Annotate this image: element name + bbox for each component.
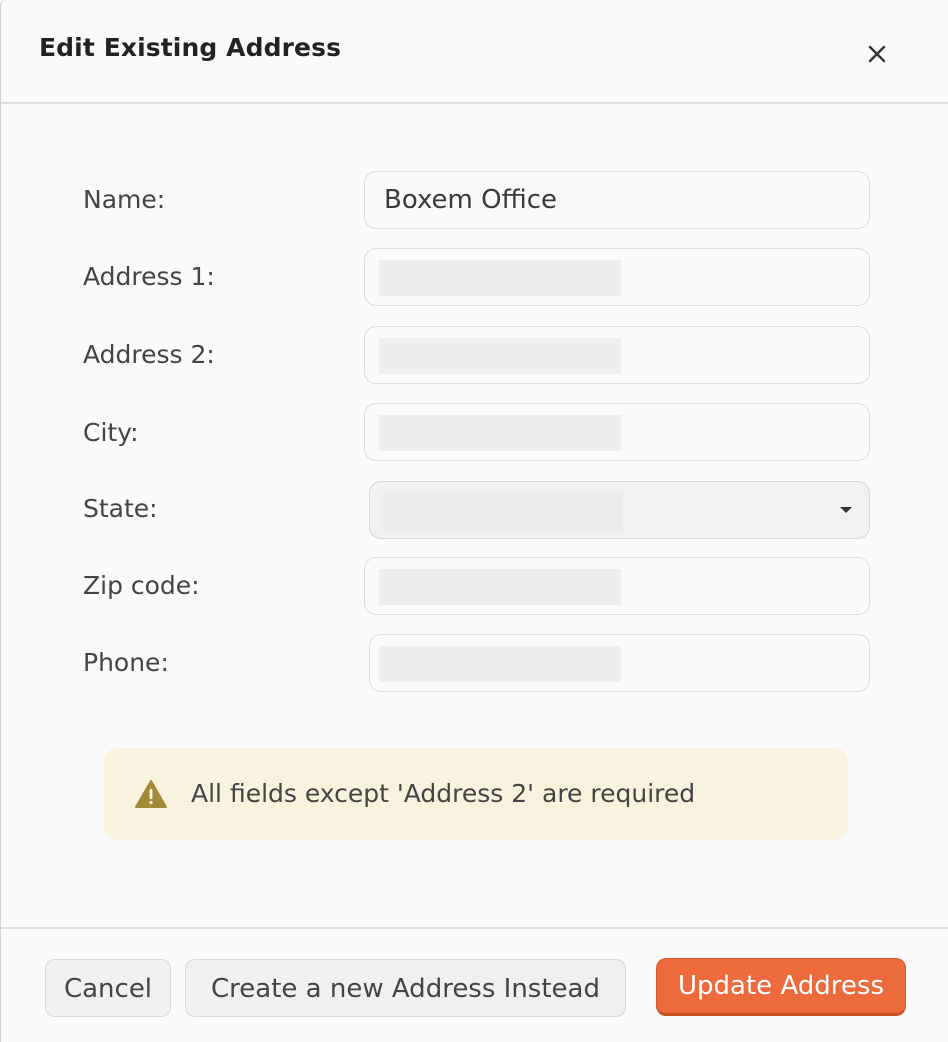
phone-input[interactable] — [369, 634, 870, 692]
city-label: City: — [83, 418, 139, 447]
cancel-button[interactable]: Cancel — [45, 959, 171, 1017]
zip-input[interactable] — [364, 557, 870, 615]
create-new-address-button[interactable]: Create a new Address Instead — [185, 959, 626, 1017]
warning-icon — [135, 780, 167, 808]
redacted-value — [379, 415, 621, 451]
address1-input[interactable] — [364, 248, 870, 306]
dialog-title: Edit Existing Address — [39, 33, 342, 62]
state-label: State: — [83, 494, 158, 523]
edit-address-dialog: Edit Existing Address Name: Boxem Office… — [0, 0, 948, 1042]
redacted-value — [380, 494, 622, 530]
address1-label: Address 1: — [83, 262, 215, 291]
redacted-value — [379, 338, 621, 374]
required-fields-notice: All fields except 'Address 2' are requir… — [104, 748, 848, 840]
name-input[interactable]: Boxem Office — [364, 171, 870, 229]
city-input[interactable] — [364, 403, 870, 461]
phone-label: Phone: — [83, 648, 169, 677]
address2-label: Address 2: — [83, 340, 215, 369]
chevron-down-icon — [840, 507, 852, 513]
close-icon[interactable] — [861, 38, 893, 70]
redacted-value — [379, 569, 621, 605]
notice-text: All fields except 'Address 2' are requir… — [191, 779, 696, 808]
redacted-value — [379, 646, 621, 682]
zip-label: Zip code: — [83, 571, 200, 600]
name-input-value: Boxem Office — [384, 185, 558, 215]
redacted-value — [379, 260, 621, 296]
state-select[interactable] — [369, 481, 870, 539]
dialog-header: Edit Existing Address — [1, 0, 948, 104]
name-label: Name: — [83, 185, 166, 214]
address2-input[interactable] — [364, 326, 870, 384]
update-address-button[interactable]: Update Address — [656, 958, 906, 1016]
